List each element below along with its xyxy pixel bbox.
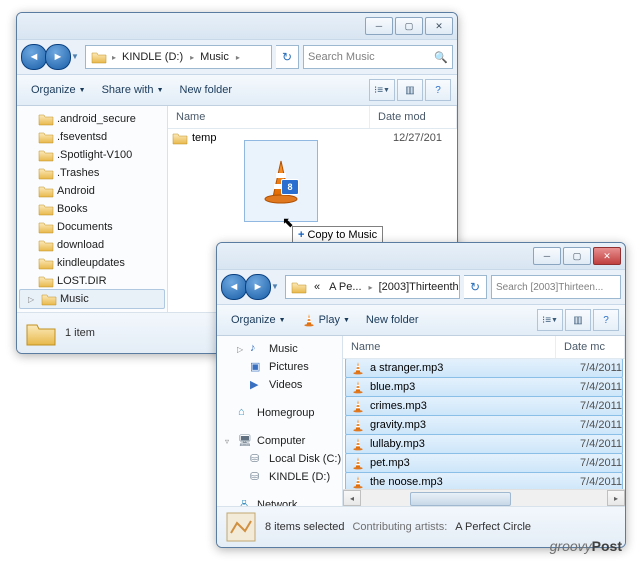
file-row[interactable]: the noose.mp37/4/2011 <box>345 472 623 489</box>
tree-item[interactable]: LOST.DIR <box>17 272 167 290</box>
column-date[interactable]: Date mod <box>370 106 457 128</box>
column-header[interactable]: Name Date mc <box>343 336 625 359</box>
breadcrumb-overflow[interactable]: « <box>310 281 325 293</box>
tree-item[interactable]: .Spotlight-V100 <box>17 146 167 164</box>
share-with-menu[interactable]: Share with▼ <box>94 80 172 100</box>
column-name[interactable]: Name <box>343 336 556 358</box>
tree-item[interactable]: .Trashes <box>17 164 167 182</box>
file-row[interactable]: pet.mp37/4/2011 <box>345 453 623 473</box>
close-button[interactable]: ✕ <box>425 17 453 35</box>
tree-library-item[interactable]: ▷♪Music <box>217 340 342 358</box>
back-button[interactable]: ◄ <box>221 274 247 300</box>
organize-menu[interactable]: Organize▼ <box>223 310 294 330</box>
plus-icon: + <box>298 229 304 241</box>
minimize-button[interactable]: ─ <box>365 17 393 35</box>
search-input[interactable]: Search [2003]Thirteen... <box>491 275 621 299</box>
refresh-button[interactable]: ↻ <box>464 275 487 299</box>
forward-button[interactable]: ► <box>245 274 271 300</box>
organize-menu[interactable]: Organize▼ <box>23 80 94 100</box>
vlc-cone-icon <box>302 313 316 327</box>
play-button[interactable]: Play▼ <box>294 309 358 331</box>
explorer-window-album: ─ ▢ ✕ ◄ ► ▼ « A Pe... ▸ [2003]Thirteenth… <box>216 242 626 548</box>
maximize-button[interactable]: ▢ <box>395 17 423 35</box>
watermark: groovyPost <box>550 538 622 554</box>
navigation-pane[interactable]: .android_secure.fseventsd.Spotlight-V100… <box>17 106 168 312</box>
tree-item[interactable]: .android_secure <box>17 110 167 128</box>
horizontal-scrollbar[interactable]: ◂ ▸ <box>343 489 625 506</box>
tree-item[interactable]: Documents <box>17 218 167 236</box>
preview-pane-button[interactable]: ▥ <box>397 79 423 101</box>
folder-icon <box>25 317 57 349</box>
file-row[interactable]: a stranger.mp37/4/2011 <box>345 359 623 378</box>
status-text: 1 item <box>65 327 95 339</box>
titlebar[interactable]: ─ ▢ ✕ <box>17 13 457 40</box>
column-date[interactable]: Date mc <box>556 336 625 358</box>
album-art-icon <box>225 511 257 543</box>
view-menu[interactable]: ⁝≡ ▼ <box>369 79 395 101</box>
preview-pane-button[interactable]: ▥ <box>565 309 591 331</box>
status-label: Contributing artists: <box>352 521 447 533</box>
close-button[interactable]: ✕ <box>593 247 621 265</box>
scroll-left-button[interactable]: ◂ <box>343 490 361 506</box>
breadcrumb-seg[interactable]: [2003]Thirteenth ... <box>375 281 460 293</box>
file-row[interactable]: lullaby.mp37/4/2011 <box>345 434 623 454</box>
tree-item[interactable]: ▷Music <box>19 289 165 309</box>
new-folder-button[interactable]: New folder <box>358 310 427 330</box>
search-placeholder: Search Music <box>308 51 375 63</box>
drag-preview: 8 <box>244 140 318 222</box>
breadcrumb[interactable]: ▸ KINDLE (D:) ▸ Music ▸ <box>85 45 272 69</box>
titlebar[interactable]: ─ ▢ ✕ <box>217 243 625 270</box>
scroll-thumb[interactable] <box>410 492 510 506</box>
toolbar: Organize▼ Play▼ New folder ⁝≡ ▼ ▥ ? <box>217 305 625 336</box>
help-button[interactable]: ? <box>425 79 451 101</box>
new-folder-button[interactable]: New folder <box>172 80 241 100</box>
column-name[interactable]: Name <box>168 106 370 128</box>
content-pane[interactable]: Name Date mc a stranger.mp37/4/2011blue.… <box>343 336 625 506</box>
nav-history-dropdown[interactable]: ▼ <box>269 274 281 298</box>
navigation-pane[interactable]: ▷♪Music▣Pictures▶Videos ⌂Homegroup ▿🖥Compu… <box>217 336 343 506</box>
address-bar: ◄ ► ▼ ▸ KINDLE (D:) ▸ Music ▸ ↻ Search M… <box>17 40 457 75</box>
maximize-button[interactable]: ▢ <box>563 247 591 265</box>
file-row[interactable]: gravity.mp37/4/2011 <box>345 415 623 435</box>
status-artist: A Perfect Circle <box>455 521 531 533</box>
minimize-button[interactable]: ─ <box>533 247 561 265</box>
help-button[interactable]: ? <box>593 309 619 331</box>
drag-tooltip-text: Copy to Music <box>307 229 377 241</box>
tree-drive-item[interactable]: ⛁KINDLE (D:) <box>217 468 342 486</box>
tree-library-item[interactable]: ▶Videos <box>217 376 342 394</box>
file-row[interactable]: crimes.mp37/4/2011 <box>345 396 623 416</box>
tree-network[interactable]: 🖧Network <box>217 496 342 506</box>
status-count: 8 items selected <box>265 521 344 533</box>
search-placeholder: Search [2003]Thirteen... <box>496 282 603 293</box>
tree-item[interactable]: download <box>17 236 167 254</box>
tree-item[interactable]: Books <box>17 200 167 218</box>
tree-item[interactable]: Android <box>17 182 167 200</box>
tree-computer[interactable]: ▿🖥Computer <box>217 432 342 450</box>
tree-item[interactable]: kindleupdates <box>17 254 167 272</box>
tree-drive-item[interactable]: ⛁Local Disk (C:) <box>217 450 342 468</box>
address-bar: ◄ ► ▼ « A Pe... ▸ [2003]Thirteenth ... ▸… <box>217 270 625 305</box>
scroll-right-button[interactable]: ▸ <box>607 490 625 506</box>
toolbar: Organize▼ Share with▼ New folder ⁝≡ ▼ ▥ … <box>17 75 457 106</box>
breadcrumb-seg[interactable]: A Pe... <box>325 281 366 293</box>
breadcrumb[interactable]: « A Pe... ▸ [2003]Thirteenth ... ▸ <box>285 275 460 299</box>
forward-button[interactable]: ► <box>45 44 71 70</box>
back-button[interactable]: ◄ <box>21 44 47 70</box>
folder-icon <box>91 49 107 65</box>
breadcrumb-seg[interactable]: KINDLE (D:) <box>118 51 188 63</box>
drag-count-badge: 8 <box>281 179 299 195</box>
search-icon: 🔍 <box>434 51 448 64</box>
file-row[interactable]: blue.mp37/4/2011 <box>345 377 623 397</box>
tree-item[interactable]: .fseventsd <box>17 128 167 146</box>
search-input[interactable]: Search Music 🔍 <box>303 45 453 69</box>
refresh-button[interactable]: ↻ <box>276 45 299 69</box>
column-header[interactable]: Name Date mod <box>168 106 457 129</box>
tree-homegroup[interactable]: ⌂Homegroup <box>217 404 342 422</box>
tree-library-item[interactable]: ▣Pictures <box>217 358 342 376</box>
breadcrumb-seg[interactable]: Music <box>196 51 234 63</box>
view-menu[interactable]: ⁝≡ ▼ <box>537 309 563 331</box>
folder-icon <box>291 279 307 295</box>
nav-history-dropdown[interactable]: ▼ <box>69 44 81 68</box>
